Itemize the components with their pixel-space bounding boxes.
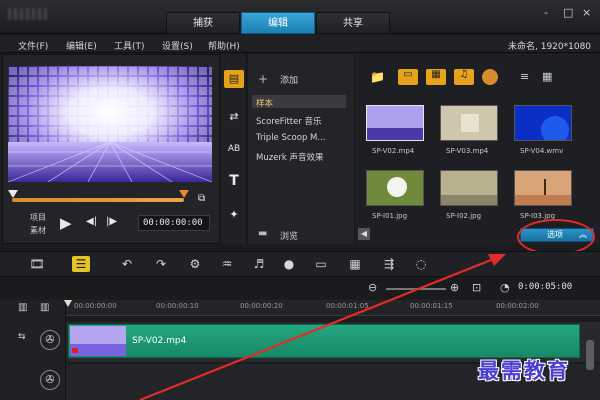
watermark: 最需教育 <box>478 358 570 383</box>
annotation-arrow <box>139 254 506 400</box>
